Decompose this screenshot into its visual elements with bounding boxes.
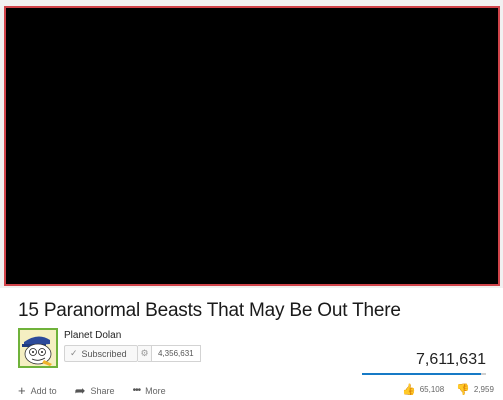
dislike-count: 2,959 xyxy=(473,385,494,394)
plus-icon: + xyxy=(18,383,26,398)
sentiment-bar-likes xyxy=(362,373,481,375)
add-to-label: Add to xyxy=(30,385,57,396)
thumbs-down-icon[interactable]: 👎 xyxy=(456,383,470,396)
action-bar: + Add to ➦ Share ••• More xyxy=(18,384,166,397)
more-button[interactable]: ••• More xyxy=(132,384,166,396)
more-label: More xyxy=(145,385,166,396)
channel-avatar[interactable] xyxy=(18,328,58,368)
subscribed-button[interactable]: ✓ Subscribed xyxy=(64,345,138,362)
more-dots-icon: ••• xyxy=(132,384,141,396)
subscriber-count: 4,356,631 xyxy=(152,345,201,362)
like-count: 65,108 xyxy=(419,385,445,394)
sentiment-bar xyxy=(362,373,486,375)
gear-icon: ⚙ xyxy=(140,348,149,358)
add-to-button[interactable]: + Add to xyxy=(18,384,57,397)
rating-controls: 👍 65,108 👎 2,959 xyxy=(402,383,494,396)
share-label: Share xyxy=(90,385,115,396)
check-icon: ✓ xyxy=(70,348,78,358)
share-button[interactable]: ➦ Share xyxy=(75,384,115,397)
subscription-settings-button[interactable]: ⚙ xyxy=(138,345,152,362)
dislike-group: 👎 2,959 xyxy=(456,383,494,396)
thumbs-up-icon[interactable]: 👍 xyxy=(402,383,416,396)
subscribe-label: Subscribed xyxy=(81,348,127,359)
share-arrow-icon: ➦ xyxy=(74,383,86,398)
avatar-image xyxy=(20,330,56,366)
channel-name[interactable]: Planet Dolan xyxy=(64,330,121,341)
video-title: 15 Paranormal Beasts That May Be Out The… xyxy=(18,300,401,321)
video-player[interactable] xyxy=(4,6,500,286)
video-info-panel: 15 Paranormal Beasts That May Be Out The… xyxy=(0,288,503,400)
view-count: 7,611,631 xyxy=(416,351,486,368)
